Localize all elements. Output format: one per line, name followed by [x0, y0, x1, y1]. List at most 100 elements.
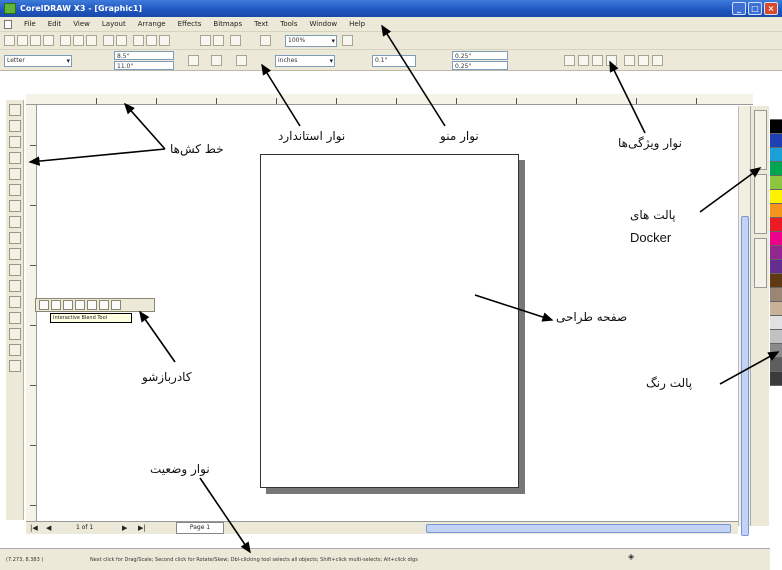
save-icon[interactable]: [30, 35, 41, 46]
menu-text[interactable]: Text: [254, 20, 268, 28]
palette-swatch[interactable]: [770, 358, 782, 372]
copy-icon[interactable]: [73, 35, 84, 46]
palette-swatch[interactable]: [770, 120, 782, 134]
dynamic-guides-icon[interactable]: [638, 55, 649, 66]
paper-type-combo[interactable]: Letter: [4, 55, 72, 67]
palette-swatch[interactable]: [770, 246, 782, 260]
app-launcher-icon[interactable]: [200, 35, 211, 46]
snap-to-guidelines-icon[interactable]: [606, 55, 617, 66]
fill-tool-icon[interactable]: [9, 344, 21, 356]
menu-file[interactable]: File: [24, 20, 36, 28]
palette-swatch[interactable]: [770, 204, 782, 218]
vertical-scrollbar[interactable]: [738, 106, 750, 536]
palette-swatch[interactable]: [770, 344, 782, 358]
zoom-tool-icon[interactable]: [9, 152, 21, 164]
page-height-field[interactable]: 11.0": [114, 61, 174, 70]
palette-swatch[interactable]: [770, 148, 782, 162]
extrude-icon[interactable]: [99, 300, 109, 310]
palette-swatch[interactable]: [770, 218, 782, 232]
export-icon[interactable]: [159, 35, 170, 46]
docker-tab-object-properties[interactable]: [754, 110, 767, 170]
vertical-ruler[interactable]: [26, 105, 37, 521]
first-page-button[interactable]: |◀: [30, 524, 38, 533]
palette-swatch[interactable]: [770, 190, 782, 204]
basic-shapes-tool-icon[interactable]: [9, 248, 21, 260]
open-icon[interactable]: [17, 35, 28, 46]
snap-icon[interactable]: [260, 35, 271, 46]
zoom-level-combo[interactable]: 100%: [285, 35, 337, 47]
menu-arrange[interactable]: Arrange: [138, 20, 166, 28]
paste-icon[interactable]: [86, 35, 97, 46]
freehand-tool-icon[interactable]: [9, 168, 21, 180]
palette-swatch[interactable]: [770, 232, 782, 246]
page-layout-icon[interactable]: [236, 55, 247, 66]
palette-swatch[interactable]: [770, 134, 782, 148]
duplicate-x-field[interactable]: 0.25": [452, 51, 508, 60]
palette-swatch[interactable]: [770, 274, 782, 288]
treat-as-filled-icon[interactable]: [578, 55, 589, 66]
horizontal-scrollbar[interactable]: [426, 524, 731, 533]
new-icon[interactable]: [4, 35, 15, 46]
menu-effects[interactable]: Effects: [178, 20, 202, 28]
last-page-button[interactable]: ▶|: [138, 524, 146, 533]
drawing-page[interactable]: [260, 154, 519, 488]
distort-icon[interactable]: [63, 300, 73, 310]
close-button[interactable]: ×: [764, 2, 778, 15]
next-page-button[interactable]: ▶: [122, 524, 127, 533]
contour-icon[interactable]: [51, 300, 61, 310]
palette-swatch[interactable]: [770, 288, 782, 302]
welcome-icon[interactable]: [213, 35, 224, 46]
crop-tool-icon[interactable]: [9, 136, 21, 148]
polygon-tool-icon[interactable]: [9, 232, 21, 244]
shape-tool-icon[interactable]: [9, 120, 21, 132]
print-icon[interactable]: [43, 35, 54, 46]
menu-window[interactable]: Window: [310, 20, 338, 28]
palette-swatch[interactable]: [770, 302, 782, 316]
palette-swatch[interactable]: [770, 330, 782, 344]
palette-swatch[interactable]: [770, 106, 782, 120]
docker-tab-transform[interactable]: [754, 238, 767, 288]
ellipse-tool-icon[interactable]: [9, 216, 21, 228]
landscape-icon[interactable]: [211, 55, 222, 66]
smart-fill-tool-icon[interactable]: [9, 184, 21, 196]
maximize-button[interactable]: □: [748, 2, 762, 15]
prev-page-button[interactable]: ◀: [46, 524, 51, 533]
menu-bitmaps[interactable]: Bitmaps: [213, 20, 242, 28]
redo-icon[interactable]: [116, 35, 127, 46]
text-tool-icon[interactable]: [9, 264, 21, 276]
vertical-scroll-thumb[interactable]: [741, 216, 749, 536]
eyedropper-tool-icon[interactable]: [9, 312, 21, 324]
page-tab[interactable]: Page 1: [176, 522, 224, 534]
interactive-blend-tool-icon[interactable]: [9, 296, 21, 308]
search-icon[interactable]: [133, 35, 144, 46]
cut-icon[interactable]: [60, 35, 71, 46]
page-width-field[interactable]: 8.5": [114, 51, 174, 60]
menu-help[interactable]: Help: [349, 20, 365, 28]
undo-icon[interactable]: [103, 35, 114, 46]
interactive-fill-tool-icon[interactable]: [9, 360, 21, 372]
palette-swatch[interactable]: [770, 260, 782, 274]
rectangle-tool-icon[interactable]: [9, 200, 21, 212]
import-icon[interactable]: [146, 35, 157, 46]
docker-tab-object-manager[interactable]: [754, 174, 767, 234]
horizontal-ruler[interactable]: [26, 94, 753, 105]
palette-swatch[interactable]: [770, 176, 782, 190]
palette-swatch[interactable]: [770, 316, 782, 330]
menu-layout[interactable]: Layout: [102, 20, 126, 28]
menu-edit[interactable]: Edit: [48, 20, 62, 28]
palette-swatch[interactable]: [770, 162, 782, 176]
zoom-dropdown-icon[interactable]: [342, 35, 353, 46]
palette-swatch[interactable]: [770, 372, 782, 386]
options-icon[interactable]: [230, 35, 241, 46]
minimize-button[interactable]: _: [732, 2, 746, 15]
units-icon[interactable]: [564, 55, 575, 66]
table-tool-icon[interactable]: [9, 280, 21, 292]
pick-tool-icon[interactable]: [9, 104, 21, 116]
transparency-icon[interactable]: [111, 300, 121, 310]
portrait-icon[interactable]: [188, 55, 199, 66]
options-icon-2[interactable]: [652, 55, 663, 66]
snap-to-grid-icon[interactable]: [592, 55, 603, 66]
envelope-icon[interactable]: [87, 300, 97, 310]
nudge-field[interactable]: 0.1": [372, 55, 416, 67]
units-combo[interactable]: inches: [275, 55, 335, 67]
